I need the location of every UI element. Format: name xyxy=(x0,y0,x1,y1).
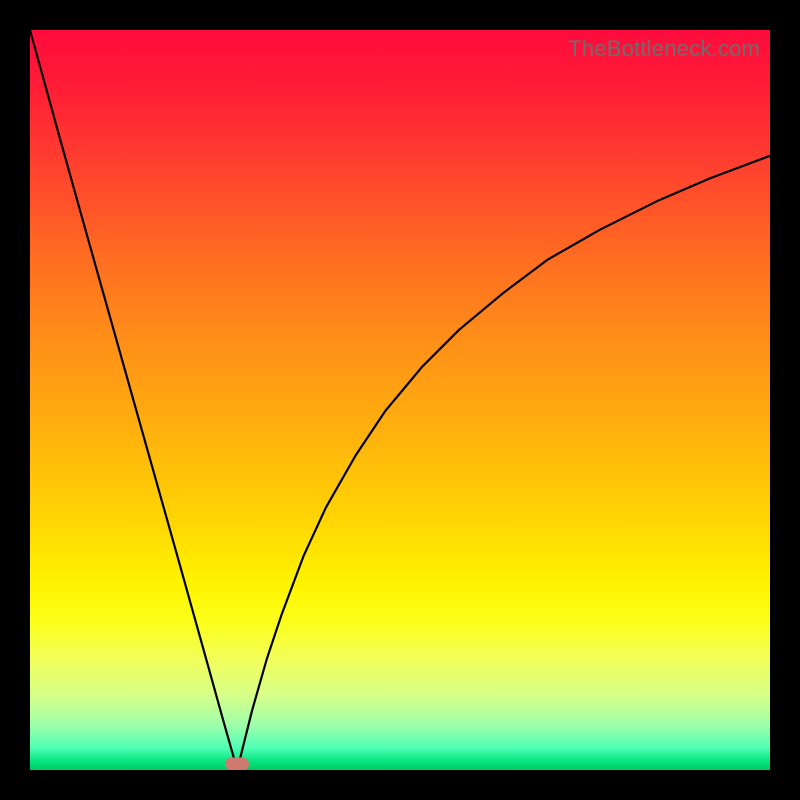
chart-frame: TheBottleneck.com xyxy=(0,0,800,800)
bottleneck-curve xyxy=(30,30,770,770)
plot-area: TheBottleneck.com xyxy=(30,30,770,770)
curve-left-branch xyxy=(30,30,237,770)
curve-right-branch xyxy=(237,156,770,770)
optimal-point-marker xyxy=(225,758,249,770)
